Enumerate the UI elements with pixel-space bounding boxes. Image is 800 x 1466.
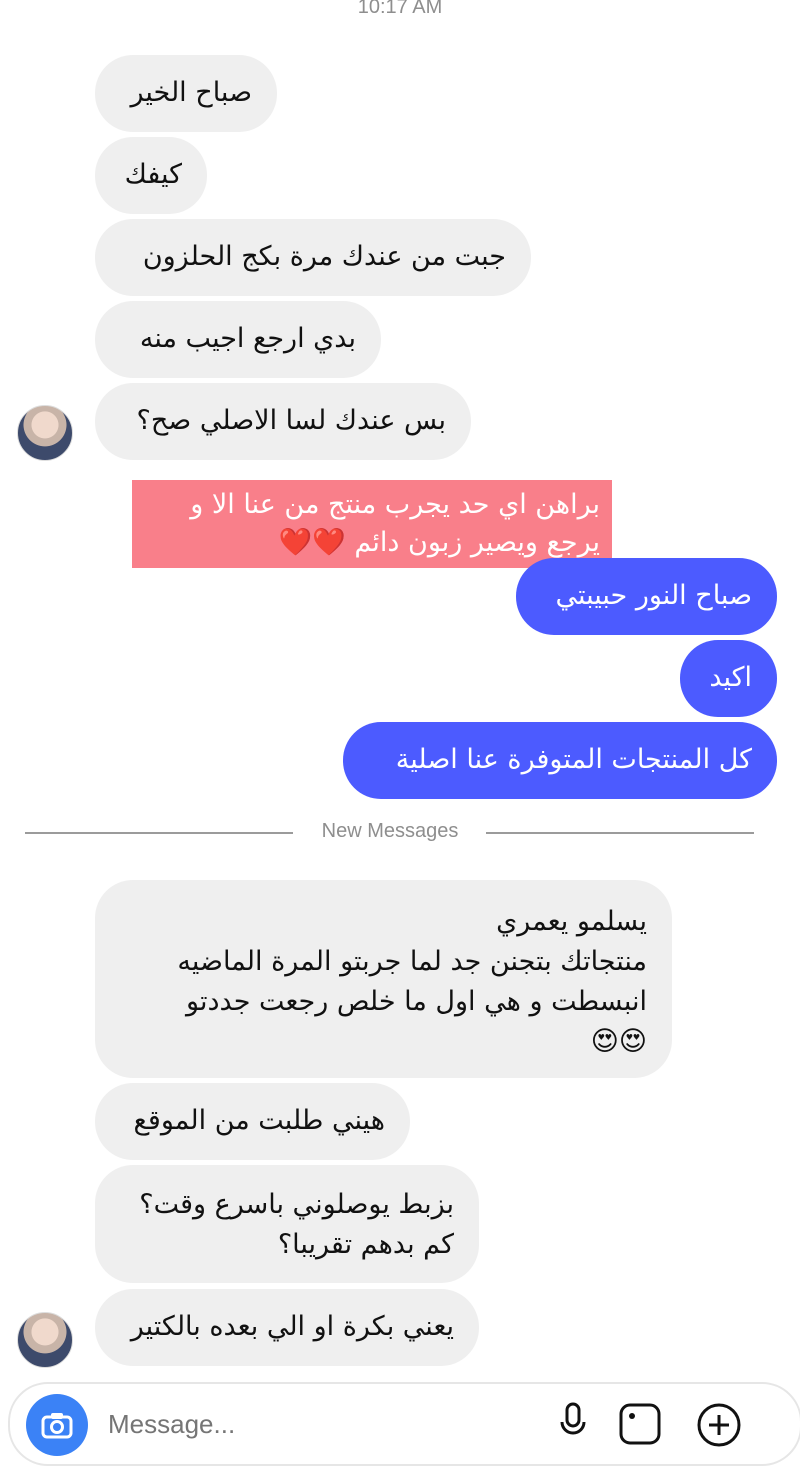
incoming-message[interactable]: صباح الخير	[95, 55, 277, 132]
caption-line: براهن اي حد يجرب منتج من عنا الا و	[190, 489, 600, 520]
contact-avatar[interactable]	[17, 1312, 73, 1368]
contact-avatar[interactable]	[17, 405, 73, 461]
message-text: اكيد	[709, 662, 752, 693]
gallery-icon[interactable]	[618, 1402, 662, 1446]
message-text: صباح النور حبيبتي	[555, 580, 752, 611]
message-text: بدي ارجع اجيب منه	[139, 323, 356, 354]
incoming-message[interactable]: هيني طلبت من الموقع	[95, 1083, 410, 1160]
incoming-message[interactable]: يعني بكرة او الي بعده بالكتير	[95, 1289, 479, 1366]
incoming-message[interactable]: بس عندك لسا الاصلي صح؟	[95, 383, 471, 460]
caption-line: يرجع ويصير زبون دائم ❤️❤️	[278, 527, 600, 558]
message-text: كل المنتجات المتوفرة عنا اصلية	[395, 744, 752, 775]
message-timestamp: 10:17 AM	[357, 0, 443, 18]
message-line: هيني طلبت من الموقع	[133, 1105, 385, 1136]
outgoing-message[interactable]: اكيد	[680, 640, 777, 717]
hearts-emoji: ❤️❤️	[278, 527, 346, 558]
incoming-message[interactable]: جبت من عندك مرة بكج الحلزون	[95, 219, 531, 296]
outgoing-message[interactable]: كل المنتجات المتوفرة عنا اصلية	[343, 722, 777, 799]
outgoing-message[interactable]: صباح النور حبيبتي	[516, 558, 777, 635]
new-messages-divider: New Messages	[321, 820, 459, 842]
plus-circle-icon[interactable]	[696, 1402, 742, 1448]
message-text: بس عندك لسا الاصلي صح؟	[136, 405, 446, 436]
incoming-message[interactable]: كيفك	[95, 137, 207, 214]
message-line: يعني بكرة او الي بعده بالكتير	[130, 1311, 454, 1342]
incoming-message[interactable]: بدي ارجع اجيب منه	[95, 301, 381, 378]
message-text: كيفك	[124, 159, 182, 190]
message-text: صباح الخير	[130, 77, 252, 108]
message-line: انبسطت و هي اول ما خلص رجعت جددتو	[186, 986, 647, 1017]
overlay-caption: براهن اي حد يجرب منتج من عنا الا و يرجع …	[132, 480, 612, 568]
message-text: جبت من عندك مرة بكج الحلزون	[142, 241, 506, 272]
camera-button[interactable]	[26, 1394, 88, 1456]
message-line: كم بدهم تقريبا؟	[277, 1229, 454, 1260]
divider-line-left	[25, 832, 293, 834]
composer-box	[8, 1382, 800, 1466]
incoming-message[interactable]: يسلمو يعمري منتجاتك بتجنن جد لما جربتو ا…	[95, 880, 672, 1078]
message-line: منتجاتك بتجنن جد لما جربتو المرة الماضيه	[177, 946, 647, 977]
message-line: يسلمو يعمري	[496, 906, 647, 937]
message-input[interactable]	[106, 1408, 510, 1441]
incoming-message[interactable]: بزبط يوصلوني باسرع وقت؟ كم بدهم تقريبا؟	[95, 1165, 479, 1283]
microphone-icon[interactable]	[558, 1402, 588, 1442]
message-composer	[0, 1382, 800, 1466]
divider-line-right	[486, 832, 754, 834]
emoji-line: 😍😍	[590, 1026, 647, 1057]
status-bar: 10:17 AM	[0, 0, 800, 24]
camera-icon	[41, 1413, 73, 1439]
message-line: بزبط يوصلوني باسرع وقت؟	[139, 1189, 454, 1220]
